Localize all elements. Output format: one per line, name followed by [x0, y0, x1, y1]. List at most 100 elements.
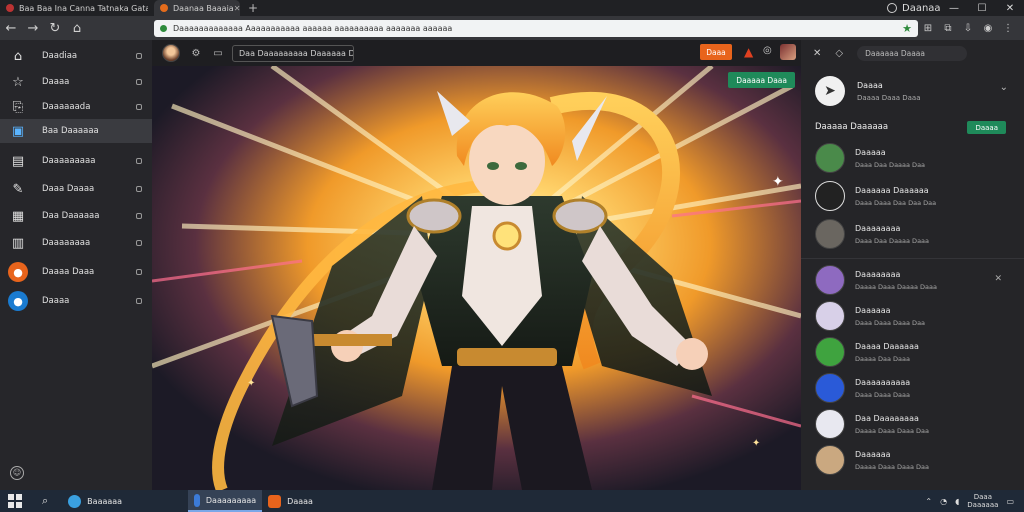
avatar[interactable] — [162, 44, 180, 62]
forward-arrow-icon[interactable]: → — [22, 21, 44, 36]
windows-start-icon[interactable] — [8, 494, 22, 508]
system-tray: ⌃ ◔ ◖ Daaa Daaaaaa ▭ — [925, 493, 1014, 509]
user-icon: ● — [8, 291, 28, 311]
tab-strip: Baa Baa Ina Canna Tatnaka Gata Taanas Da… — [0, 0, 1024, 16]
reload-icon[interactable]: ↻ — [44, 21, 66, 36]
app-icon — [268, 494, 282, 508]
folder-icon[interactable]: ▭ — [212, 48, 224, 59]
home-icon: ⌂ — [13, 48, 23, 64]
list-item[interactable]: Daa Daaaaaaaa Daaaa Daaa Daaa Daa — [801, 406, 1024, 442]
taskbar-app-label: Daaaaaaaaa — [205, 495, 257, 505]
chrome-icon — [68, 494, 82, 508]
taskbar-app[interactable]: Daaaa — [262, 490, 332, 512]
sidebar-item-1[interactable]: ☆ Daaaa — [0, 70, 152, 94]
home-icon[interactable]: ⌂ — [66, 21, 88, 36]
tray-chevron-icon[interactable]: ⌃ — [925, 497, 932, 506]
maximize-button[interactable]: ☐ — [968, 3, 996, 14]
item-thumbnail — [815, 409, 845, 439]
wifi-icon[interactable]: ◔ — [940, 497, 947, 506]
profile-meta: Daaaa Daaa Daaa — [857, 93, 921, 102]
breadcrumb[interactable]: Daa Daaaaaaaaa Daaaaaa Daaa — [232, 44, 354, 62]
left-eye — [487, 162, 499, 170]
left-sidebar: ⌂ Daadiaa ☆ Daaaa ⎘ Daaaaaada ▣ Baa Daaa… — [0, 40, 152, 490]
tab-active[interactable]: Daanaa Baaaia ✕ — [154, 0, 240, 16]
item-title: Daaaaaaaa — [855, 223, 901, 233]
item-thumbnail — [815, 181, 845, 211]
back-arrow-icon[interactable]: ← — [0, 21, 22, 36]
filter-icon[interactable]: ◇ — [835, 48, 843, 59]
notification-icon[interactable]: ▭ — [1006, 497, 1014, 506]
download-icon[interactable]: ⇩ — [962, 23, 974, 35]
sidebar-item-indicator — [136, 269, 142, 275]
artwork-badge[interactable]: Daaaaa Daaa — [728, 72, 795, 88]
item-title: Daaaa Daaaaaa — [855, 341, 919, 351]
tab-primary[interactable]: Baa Baa Ina Canna Tatnaka Gata Taanas — [0, 0, 148, 16]
follow-button[interactable]: Daaaa — [967, 121, 1006, 134]
pin-icon[interactable]: ✕ — [994, 274, 1002, 284]
list-item[interactable]: Daaaaaaaa Daaaa Daaa Daaaa Daaa ✕ — [801, 262, 1024, 298]
profile-card[interactable]: ➤ Daaaa Daaaa Daaa Daaa ⌄ — [801, 68, 1024, 114]
list-item[interactable]: Daaaaa Daaa Daa Daaaa Daa — [801, 140, 1024, 176]
menu-dots-icon[interactable]: ⋮ — [1002, 23, 1014, 35]
taskbar-app[interactable]: Daaaaaaaaa — [188, 490, 263, 512]
secure-lock-icon — [160, 25, 167, 32]
volume-icon[interactable]: ◖ — [955, 497, 959, 506]
item-meta: Daaaa Daaa Daaa Daa — [855, 426, 930, 435]
settings-icon[interactable]: ☺ — [10, 466, 24, 480]
brand-logo-icon: ➤ — [815, 76, 845, 106]
sidebar-item-6[interactable]: ▦ Daa Daaaaaa — [0, 204, 152, 228]
user-avatar-thumbnail[interactable] — [780, 44, 796, 60]
sidebar-item-9[interactable]: ● Daaaa — [0, 289, 152, 313]
document-icon: ▦ — [11, 208, 25, 224]
item-title: Daaaaaa — [855, 305, 891, 315]
bookmark-star-icon[interactable]: ★ — [902, 22, 912, 35]
close-icon[interactable]: ✕ — [813, 48, 821, 59]
search-icon[interactable]: ⌕ — [42, 494, 48, 508]
account-chip[interactable]: Daanaa — [887, 3, 941, 14]
list-item[interactable]: Daaaaaaaaaa Daaa Daaa Daaa — [801, 370, 1024, 406]
new-tab-button[interactable]: + — [240, 1, 266, 15]
list-item[interactable]: Daaaaaa Daaa Daaa Daaa Daa — [801, 298, 1024, 334]
clock[interactable]: Daaa Daaaaaa — [967, 493, 998, 509]
fire-icon[interactable]: ▲ — [744, 45, 753, 59]
sidebar-item-label: Daaaaaaaa — [42, 238, 91, 248]
puzzle-icon[interactable]: ⧉ — [942, 23, 954, 35]
list-item[interactable]: Daaaaaa Daaaaaa Daaa Daaa Daa Daa Daa — [801, 178, 1024, 214]
sidebar-item-5[interactable]: ✎ Daaa Daaaa — [0, 177, 152, 201]
item-meta: Daaa Daaa Daa Daa Daa — [855, 198, 937, 207]
camera-icon[interactable]: ◎ — [763, 45, 772, 56]
list-item[interactable]: Daaaa Daaaaaa Daaaa Daa Daaa — [801, 334, 1024, 370]
item-title: Daaaaa — [855, 147, 886, 157]
pencil-icon: ✎ — [12, 181, 24, 197]
primary-action-button[interactable]: Daaa — [700, 44, 732, 60]
minimize-button[interactable]: — — [940, 3, 968, 14]
item-thumbnail — [815, 445, 845, 475]
chevron-down-icon[interactable]: ⌄ — [1000, 82, 1008, 93]
settings-icon[interactable]: ⚙ — [190, 48, 202, 59]
profile-name: Daaaa — [857, 80, 883, 90]
close-window-button[interactable]: ✕ — [996, 3, 1024, 14]
sidebar-item-3[interactable]: ▣ Baa Daaaaaa — [0, 119, 152, 143]
sidebar-item-label: Daaaaaaaaa — [42, 156, 96, 166]
sidebar-item-2[interactable]: ⎘ Daaaaaada — [0, 95, 152, 119]
sidebar-item-7[interactable]: ▥ Daaaaaaaa — [0, 231, 152, 255]
note-icon: ▤ — [11, 153, 25, 169]
clock-date: Daaaaaa — [967, 501, 999, 509]
list-item[interactable]: Daaaaaaaa Daaa Daa Daaaa Daaa — [801, 216, 1024, 252]
sidebar-item-4[interactable]: ▤ Daaaaaaaaa — [0, 149, 152, 173]
item-thumbnail — [815, 265, 845, 295]
sidebar-item-8[interactable]: ● Daaaa Daaa — [0, 260, 152, 284]
sidebar-item-label: Daaa Daaaa — [42, 184, 95, 194]
item-title: Daa Daaaaaaaa — [855, 413, 919, 423]
extension-grid-icon[interactable]: ⊞ — [922, 23, 934, 35]
sidebar-item-0[interactable]: ⌂ Daadiaa — [0, 44, 152, 68]
hammer-handle — [312, 334, 392, 346]
profile-icon[interactable]: ◉ — [982, 23, 994, 35]
list-item[interactable]: Daaaaaa Daaaa Daaa Daaa Daa — [801, 442, 1024, 478]
address-bar[interactable]: Daaaaaaaaaaaaa Aaaaaaaaaaa aaaaaa aaaaaa… — [154, 20, 918, 37]
sparkle-icon: ✦ — [772, 174, 784, 190]
sidebar-item-label: Daadiaa — [42, 51, 78, 61]
panel-search-input[interactable]: Daaaaaa Daaaa — [857, 45, 968, 61]
sidebar-item-label: Daaaa — [42, 77, 70, 87]
taskbar-app[interactable]: Baaaaaa — [62, 490, 188, 512]
